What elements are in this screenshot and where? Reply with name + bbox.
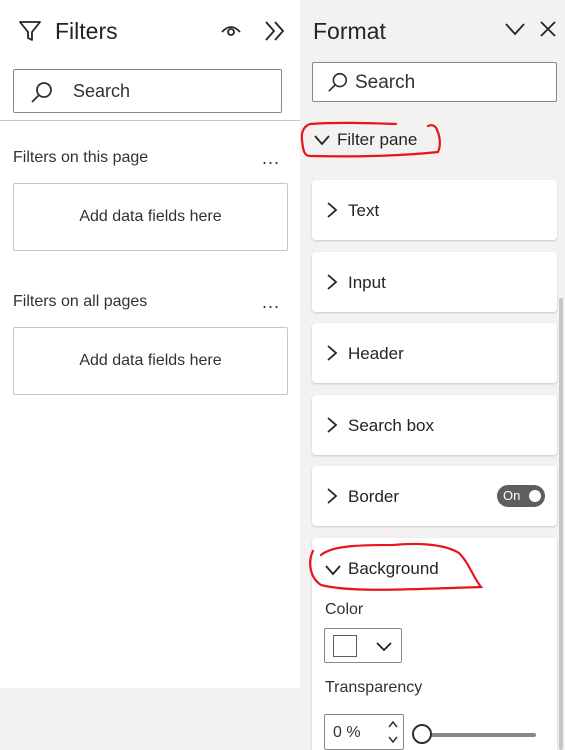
chevron-right-icon xyxy=(327,488,338,504)
filters-title: Filters xyxy=(55,18,118,44)
more-options-icon[interactable]: ... xyxy=(262,149,280,167)
filters-search-input[interactable]: Search xyxy=(13,69,282,113)
card-header[interactable]: Header xyxy=(312,323,557,383)
card-text[interactable]: Text xyxy=(312,180,557,240)
card-search-box[interactable]: Search box xyxy=(312,395,557,455)
filters-divider xyxy=(0,120,300,121)
card-border[interactable]: Border On xyxy=(312,466,557,526)
chevron-right-icon xyxy=(327,345,338,361)
transparency-value: 0 % xyxy=(333,724,361,741)
filters-search-placeholder: Search xyxy=(73,81,131,101)
filters-all-pages-dropzone[interactable]: Add data fields here xyxy=(13,327,288,395)
spin-down-icon[interactable] xyxy=(387,736,399,744)
spin-up-icon[interactable] xyxy=(387,720,399,728)
close-icon[interactable] xyxy=(539,20,557,38)
filter-pane-group-label: Filter pane xyxy=(337,130,418,149)
card-label: Input xyxy=(348,273,386,292)
background-card-header[interactable]: Background xyxy=(312,556,557,584)
toggle-state-label: On xyxy=(503,488,521,503)
chevron-right-icon xyxy=(327,274,338,290)
transparency-input[interactable]: 0 % xyxy=(324,714,404,750)
chevron-down-icon xyxy=(314,135,330,146)
background-label: Background xyxy=(348,559,439,578)
card-input[interactable]: Input xyxy=(312,252,557,312)
chevron-down-icon xyxy=(376,642,392,652)
card-label: Border xyxy=(348,487,400,506)
filters-pane: Filters Search Filters on this page ... … xyxy=(0,0,300,688)
transparency-slider-thumb[interactable] xyxy=(412,724,432,744)
search-icon xyxy=(31,82,52,103)
filter-pane-group-header[interactable]: Filter pane xyxy=(305,122,560,158)
color-swatch xyxy=(333,635,357,657)
collapse-pane-icon[interactable] xyxy=(263,20,287,42)
filters-on-all-pages-label: Filters on all pages xyxy=(13,293,148,310)
search-icon xyxy=(328,72,348,92)
format-search-input[interactable]: Search xyxy=(312,62,557,102)
filter-icon xyxy=(19,21,41,41)
border-toggle[interactable]: On xyxy=(497,485,545,507)
format-scrollbar[interactable] xyxy=(559,298,563,750)
card-label: Search box xyxy=(348,416,434,435)
chevron-right-icon xyxy=(327,202,338,218)
toggle-knob xyxy=(529,490,541,502)
transparency-label: Transparency xyxy=(325,679,423,696)
more-options-icon[interactable]: ... xyxy=(262,293,280,311)
card-label: Text xyxy=(348,201,380,220)
transparency-slider-track[interactable] xyxy=(422,733,536,737)
format-title: Format xyxy=(313,18,386,44)
format-search-placeholder: Search xyxy=(355,72,416,93)
color-picker[interactable] xyxy=(324,628,402,663)
color-label: Color xyxy=(325,601,364,618)
filters-page-dropzone[interactable]: Add data fields here xyxy=(13,183,288,251)
chevron-down-icon xyxy=(325,565,341,576)
chevron-down-icon[interactable] xyxy=(504,22,526,36)
eye-icon[interactable] xyxy=(220,20,242,40)
filters-on-this-page-label: Filters on this page xyxy=(13,149,149,166)
chevron-right-icon xyxy=(327,417,338,433)
card-label: Header xyxy=(348,344,404,363)
